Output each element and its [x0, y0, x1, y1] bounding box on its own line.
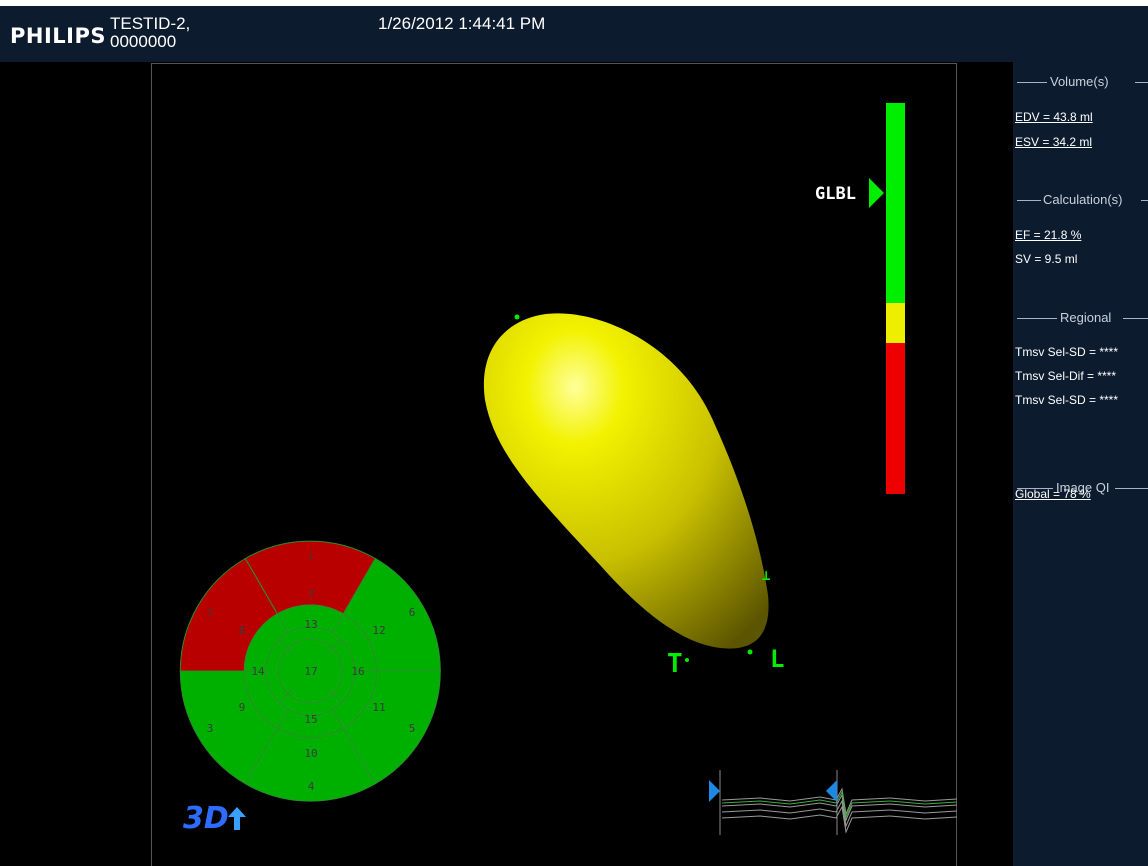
lv-surface-model[interactable]: [483, 313, 769, 649]
regional-value: Tmsv Sel-Dif = ****: [1015, 369, 1117, 383]
segment-label: 8: [239, 624, 246, 637]
segment-label: 6: [409, 606, 416, 619]
sv-value: SV = 9.5 ml: [1015, 252, 1078, 266]
section-title: Regional: [1060, 310, 1112, 325]
segment-label: 14: [251, 665, 265, 678]
segment-label: 10: [304, 747, 317, 760]
segment-label: 17: [304, 665, 317, 678]
scale-label: GLBL: [815, 184, 856, 204]
measurement-panel: Volume(s) EDV = 43.8 ml ESV = 34.2 ml Ca…: [1013, 62, 1148, 866]
segment-label: 11: [372, 701, 385, 714]
regional-value: Tmsv Sel-SD = ****: [1015, 393, 1119, 407]
landmark-dot: [685, 658, 689, 662]
landmark-dot: [747, 649, 753, 655]
segment-label: 13: [304, 618, 317, 631]
section-calculations: Calculation(s): [1013, 190, 1148, 210]
segment-label: 4: [308, 780, 315, 793]
segment-label: 9: [239, 701, 246, 714]
regional-value: Tmsv Sel-SD = ****: [1015, 345, 1119, 359]
segment-label: 12: [372, 624, 385, 637]
segment-label: 1: [308, 550, 315, 563]
segment-label: 16: [351, 665, 364, 678]
color-scale-bar: [886, 103, 905, 494]
ecg-marker-start-icon[interactable]: [709, 780, 720, 802]
up-arrow-icon[interactable]: [228, 807, 246, 830]
segment-label: 3: [207, 722, 214, 735]
segment-label: 7: [308, 588, 315, 601]
ef-value[interactable]: EF = 21.8 %: [1015, 228, 1081, 242]
3d-mode-badge[interactable]: 3D: [183, 801, 229, 836]
ecg-strip[interactable]: [721, 787, 958, 834]
global-qi-value[interactable]: Global = 78 %: [1015, 487, 1091, 501]
orientation-label-top: T: [667, 649, 683, 679]
viewport-overlay: T L ⊥ GLBL 1 2 3 4 5 6 7 8 9 10 11 12 13…: [179, 103, 958, 836]
section-title: Calculation(s): [1043, 192, 1123, 207]
segment-label: 2: [207, 606, 214, 619]
esv-value[interactable]: ESV = 34.2 ml: [1015, 135, 1092, 149]
orientation-label-left: L: [770, 645, 784, 673]
edv-value[interactable]: EDV = 43.8 ml: [1015, 110, 1093, 124]
axis-marker: ⊥: [762, 568, 770, 584]
bullseye-plot[interactable]: 1 2 3 4 5 6 7 8 9 10 11 12 13 14 15 16 1…: [179, 540, 441, 802]
section-volumes: Volume(s): [1013, 72, 1148, 92]
section-title: Volume(s): [1050, 74, 1109, 89]
segment-label: 5: [409, 722, 416, 735]
scale-pointer-icon[interactable]: [869, 178, 884, 208]
segment-label: 15: [304, 713, 317, 726]
landmark-dot: [514, 314, 520, 320]
section-regional: Regional: [1013, 308, 1148, 328]
